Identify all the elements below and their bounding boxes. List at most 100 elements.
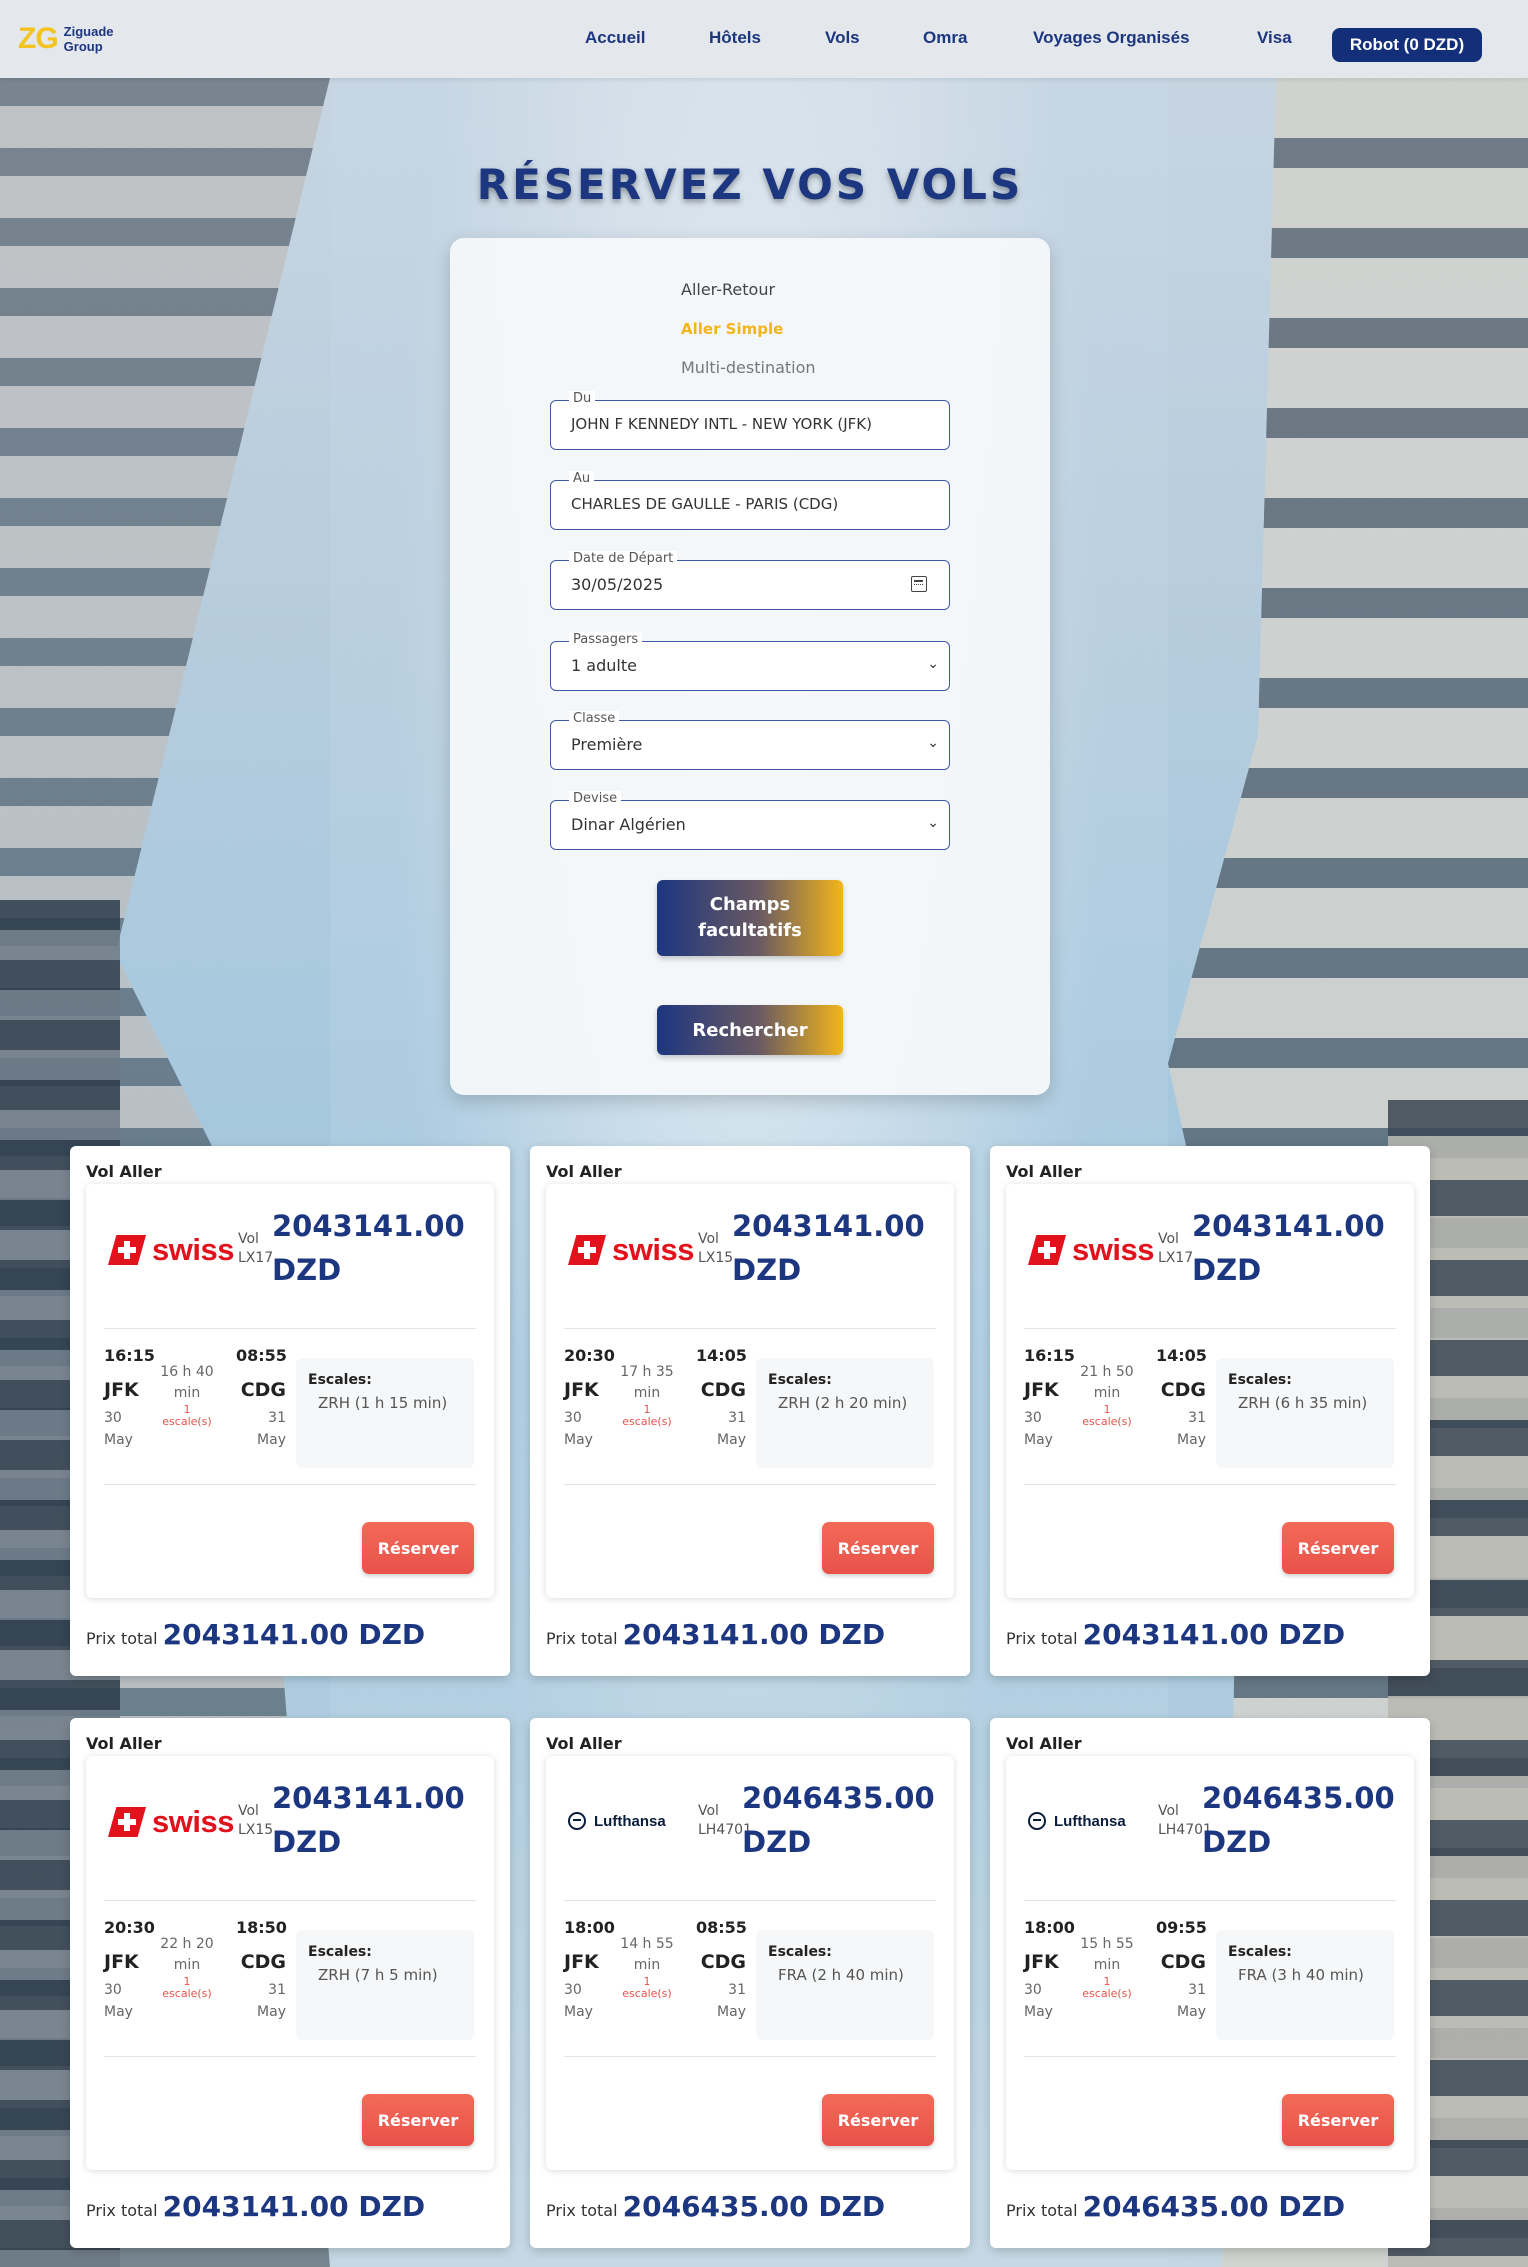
swiss-logo: swiss [108,1804,238,1840]
flight-price: 2046435.00 DZD [742,1776,952,1864]
nav-link-accueil[interactable]: Accueil [585,28,645,48]
departure-month: May [104,1432,133,1448]
stops-label: escale(s) [1082,1415,1132,1428]
reserve-button[interactable]: Réserver [1282,2094,1394,2146]
total-price-label: Prix total [546,2201,618,2220]
price-amount: 2043141.00 [1192,1209,1385,1243]
price-currency: DZD [1202,1825,1272,1859]
robot-cart-button[interactable]: Robot (0 DZD) [1332,28,1482,62]
reserve-button[interactable]: Réserver [822,2094,934,2146]
arrival-month: May [717,2004,746,2020]
navbar: ZG Ziguade Group Accueil Hôtels Vols Omr… [0,0,1528,78]
duration-text: 15 h 55 min [1080,1936,1134,1973]
to-value: CHARLES DE GAULLE - PARIS (CDG) [571,495,839,513]
class-select[interactable]: Classe Première ⌄ [550,711,950,770]
flight-code: LX17 [238,1250,274,1266]
total-price: Prix total 2046435.00 DZD [1006,2190,1345,2223]
flight-code: LX17 [1158,1250,1194,1266]
reserve-button[interactable]: Réserver [822,1522,934,1574]
nav-link-visa[interactable]: Visa [1257,28,1292,48]
nav-link-voyages-organises[interactable]: Voyages Organisés [1033,28,1190,48]
reserve-button[interactable]: Réserver [362,2094,474,2146]
flight-direction-label: Vol Aller [546,1162,622,1181]
swiss-logo: swiss [1028,1232,1158,1268]
airline-name: Lufthansa [594,1812,666,1830]
to-field[interactable]: Au CHARLES DE GAULLE - PARIS (CDG) [550,471,950,530]
price-currency: DZD [732,1253,802,1287]
departure-airport: JFK [104,1379,139,1401]
trip-type-multi-destination[interactable]: Multi-destination [681,358,816,377]
logo[interactable]: ZG Ziguade Group [18,22,134,56]
flight-result-card: Vol Aller swiss Vol LX17 2043141.00 DZD … [990,1146,1430,1676]
from-field[interactable]: Du JOHN F KENNEDY INTL - NEW YORK (JFK) [550,391,950,450]
total-price: Prix total 2043141.00 DZD [86,1618,425,1651]
total-price-value: 2043141.00 DZD [162,2190,426,2223]
price-amount: 2043141.00 [732,1209,925,1243]
departure-month: May [1024,2004,1053,2020]
stopover-detail: ZRH (7 h 5 min) [318,1966,438,1984]
departure-date-field[interactable]: Date de Départ 30/05/2025 [550,551,950,610]
arrival-date: 31 May [1156,1407,1206,1451]
departure-time: 16:15 [1024,1346,1075,1365]
search-button[interactable]: Rechercher [657,1005,843,1055]
arrival-info: 14:05 CDG 31 May [696,1346,747,1451]
departure-day: 30 [564,1982,582,1998]
airline-logo: swiss [568,1232,698,1272]
divider [104,1484,476,1485]
departure-time: 16:15 [104,1346,155,1365]
flight-result-card: Vol Aller swiss Vol LX15 2043141.00 DZD … [70,1718,510,2248]
total-price: Prix total 2046435.00 DZD [546,2190,885,2223]
stopover-title: Escales: [768,1944,832,1960]
airline-logo: Lufthansa [568,1804,698,1844]
nav-link-hotels[interactable]: Hôtels [709,28,761,48]
stopover-box: Escales: ZRH (2 h 20 min) [756,1358,934,1468]
flight-result-card: Vol Aller swiss Vol LX15 2043141.00 DZD … [530,1146,970,1676]
nav-link-omra[interactable]: Omra [923,28,967,48]
departure-time: 20:30 [104,1918,155,1937]
passengers-select[interactable]: Passagers 1 adulte ⌄ [550,632,950,691]
divider [564,1328,936,1329]
currency-select[interactable]: Devise Dinar Algérien ⌄ [550,791,950,850]
total-price: Prix total 2043141.00 DZD [86,2190,425,2223]
reserve-button[interactable]: Réserver [1282,1522,1394,1574]
price-amount: 2046435.00 [1202,1781,1395,1815]
flight-number: Vol LX17 [1158,1230,1193,1268]
total-price: Prix total 2043141.00 DZD [546,1618,885,1651]
arrival-date: 31 May [236,1407,286,1451]
currency-label: Devise [569,791,622,806]
trip-type-aller-retour[interactable]: Aller-Retour [681,280,775,299]
calendar-icon[interactable] [911,576,927,592]
class-value: Première [571,735,643,754]
price-currency: DZD [272,1253,342,1287]
flight-price: 2046435.00 DZD [1202,1776,1412,1864]
divider [104,2056,476,2057]
reserve-button[interactable]: Réserver [362,1522,474,1574]
nav-link-vols[interactable]: Vols [825,28,860,48]
flight-search-form: Aller-Retour Aller Simple Multi-destinat… [450,238,1050,1095]
from-value: JOHN F KENNEDY INTL - NEW YORK (JFK) [571,415,872,433]
price-amount: 2046435.00 [742,1781,935,1815]
total-price-label: Prix total [86,2201,158,2220]
duration-text: 16 h 40 min [160,1364,214,1401]
departure-day: 30 [1024,1982,1042,1998]
swiss-logo: swiss [108,1232,238,1268]
arrival-time: 08:55 [236,1346,287,1365]
stopover-title: Escales: [1228,1372,1292,1388]
arrival-day: 31 [1188,1982,1206,1998]
stopover-box: Escales: FRA (2 h 40 min) [756,1930,934,2040]
trip-type-aller-simple[interactable]: Aller Simple [681,320,783,338]
total-price-label: Prix total [546,1629,618,1648]
total-price-value: 2043141.00 DZD [162,1618,426,1651]
stopover-title: Escales: [308,1944,372,1960]
optional-fields-button[interactable]: Champs facultatifs [657,880,843,956]
arrival-time: 14:05 [696,1346,747,1365]
stops-label: escale(s) [622,1987,672,2000]
flight-details: Lufthansa Vol LH4701 2046435.00 DZD 18:0… [546,1756,954,2170]
stops-label: escale(s) [162,1987,212,2000]
vol-label: Vol [238,1231,259,1247]
vol-label: Vol [698,1231,719,1247]
departure-day: 30 [564,1410,582,1426]
page-title: RÉSERVEZ VOS VOLS [476,160,1024,209]
airline-logo: swiss [108,1804,238,1844]
flight-result-card: Vol Aller Lufthansa Vol LH4701 2046435.0… [530,1718,970,2248]
